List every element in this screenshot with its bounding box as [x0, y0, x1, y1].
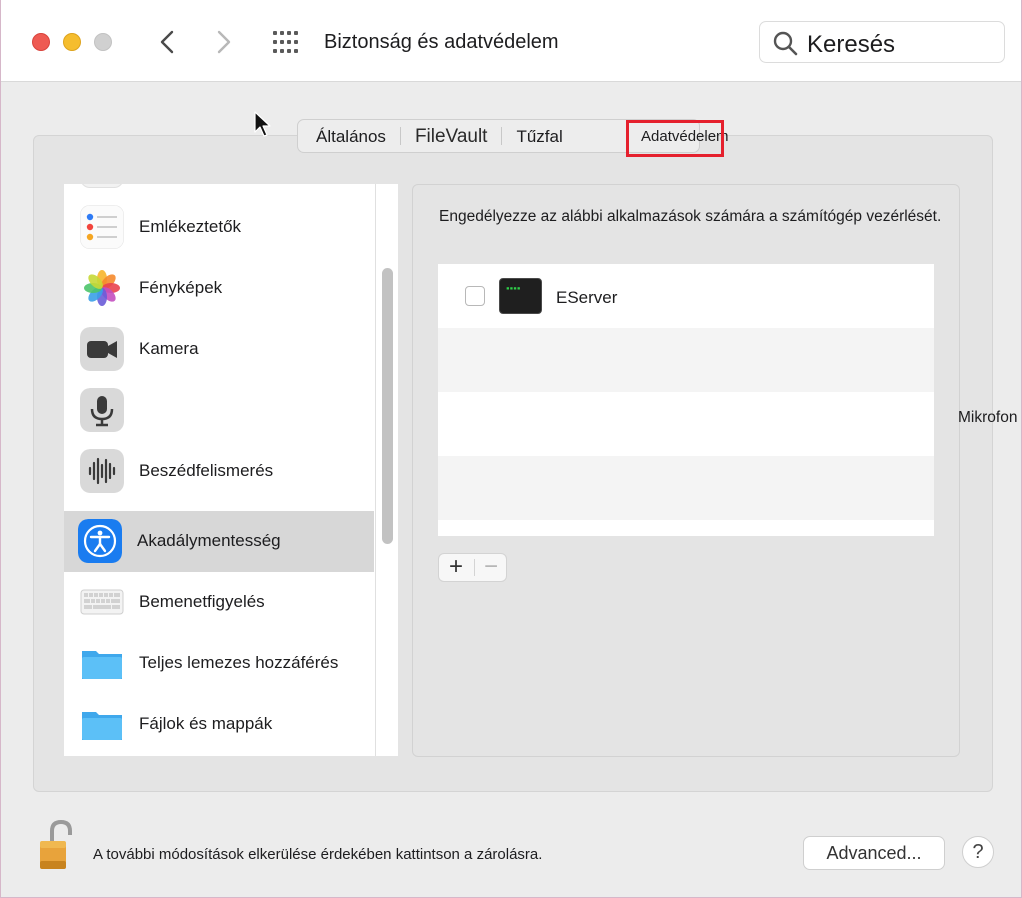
- highlight-box: [626, 120, 724, 157]
- floating-label: Mikrofon: [958, 409, 1018, 426]
- system-preferences-window: Biztonság és adatvédelem Keresés Általán…: [0, 0, 1022, 898]
- minimize-window-button[interactable]: [63, 33, 81, 51]
- sidebar-item-photos[interactable]: Fényképek: [64, 258, 374, 319]
- privacy-category-list[interactable]: Emlékeztetők Fényképek Kamera Beszédfeli…: [64, 184, 376, 756]
- tab-general[interactable]: Általános: [302, 120, 400, 152]
- search-field[interactable]: Keresés: [759, 21, 1005, 63]
- table-row: [438, 328, 934, 392]
- lock-icon[interactable]: [38, 819, 78, 871]
- app-icon: [80, 184, 124, 188]
- detail-description: Engedélyezze az alábbi alkalmazások szám…: [439, 208, 942, 225]
- advanced-button[interactable]: Advanced...: [803, 836, 945, 870]
- zoom-window-button[interactable]: [94, 33, 112, 51]
- remove-app-button[interactable]: −: [475, 554, 507, 581]
- tab-filevault[interactable]: FileVault: [401, 120, 502, 152]
- accessibility-icon: [78, 519, 122, 563]
- sidebar-item-label: Bemenetfigyelés: [139, 592, 265, 611]
- app-name: EServer: [556, 288, 618, 307]
- reminders-icon: [80, 205, 124, 249]
- sidebar-item-input-monitoring[interactable]: Bemenetfigyelés: [64, 572, 374, 633]
- sidebar-item-microphone[interactable]: [64, 380, 374, 441]
- speech-recognition-icon: [80, 449, 124, 493]
- app-permission-checkbox[interactable]: [465, 286, 485, 306]
- sidebar-item-reminders[interactable]: Emlékeztetők: [64, 197, 374, 258]
- search-icon: [773, 31, 798, 56]
- sidebar-item-full-disk-access[interactable]: Teljes lemezes hozzáférés: [64, 633, 374, 694]
- title-bar: Biztonság és adatvédelem Keresés: [1, 0, 1021, 82]
- keyboard-icon: [80, 589, 124, 615]
- window-title: Biztonság és adatvédelem: [324, 31, 559, 53]
- mouse-cursor-icon: [254, 111, 271, 137]
- sidebar-item-label: Akadálymentesség: [137, 531, 281, 550]
- add-remove-control: + −: [438, 553, 507, 582]
- chevron-right-icon[interactable]: [213, 28, 235, 56]
- app-permission-list[interactable]: ▪▪▪▪ EServer: [438, 264, 934, 536]
- sidebar-item-camera[interactable]: Kamera: [64, 319, 374, 380]
- list-item[interactable]: [64, 184, 374, 197]
- sidebar-item-label: Fájlok és mappák: [139, 714, 273, 733]
- tab-firewall[interactable]: Tűzfal: [502, 120, 576, 152]
- folder-icon: [82, 712, 122, 740]
- sidebar-item-speech-recognition[interactable]: Beszédfelismerés: [64, 441, 374, 502]
- sidebar-item-label: Beszédfelismerés: [139, 461, 274, 480]
- sidebar-item-label: Fényképek: [139, 278, 223, 297]
- add-app-button[interactable]: +: [439, 554, 473, 581]
- sidebar-item-accessibility[interactable]: Akadálymentesség: [64, 511, 374, 572]
- microphone-icon: [80, 388, 124, 432]
- scrollbar-thumb[interactable]: [382, 268, 393, 544]
- show-all-grid-icon[interactable]: [272, 30, 300, 54]
- sidebar-item-label: Emlékeztetők: [139, 217, 242, 236]
- table-row: [438, 520, 934, 536]
- close-window-button[interactable]: [32, 33, 50, 51]
- photos-icon: [80, 266, 124, 310]
- search-placeholder: Keresés: [807, 31, 896, 58]
- terminal-icon: ▪▪▪▪: [499, 278, 542, 314]
- table-row[interactable]: ▪▪▪▪ EServer: [438, 264, 934, 328]
- sidebar-item-label: Teljes lemezes hozzáférés: [139, 653, 339, 672]
- help-button[interactable]: ?: [962, 836, 994, 868]
- chevron-left-icon[interactable]: [156, 28, 178, 56]
- terminal-prompt-glyph: ▪▪▪▪: [506, 285, 521, 292]
- table-row: [438, 456, 934, 520]
- sidebar-item-label: Kamera: [139, 339, 199, 358]
- camera-icon: [80, 327, 124, 371]
- sidebar-item-files-and-folders[interactable]: Fájlok és mappák: [64, 694, 374, 755]
- folder-icon: [82, 651, 122, 679]
- table-row: [438, 392, 934, 456]
- lock-hint-text: A további módosítások elkerülése érdekéb…: [93, 846, 543, 863]
